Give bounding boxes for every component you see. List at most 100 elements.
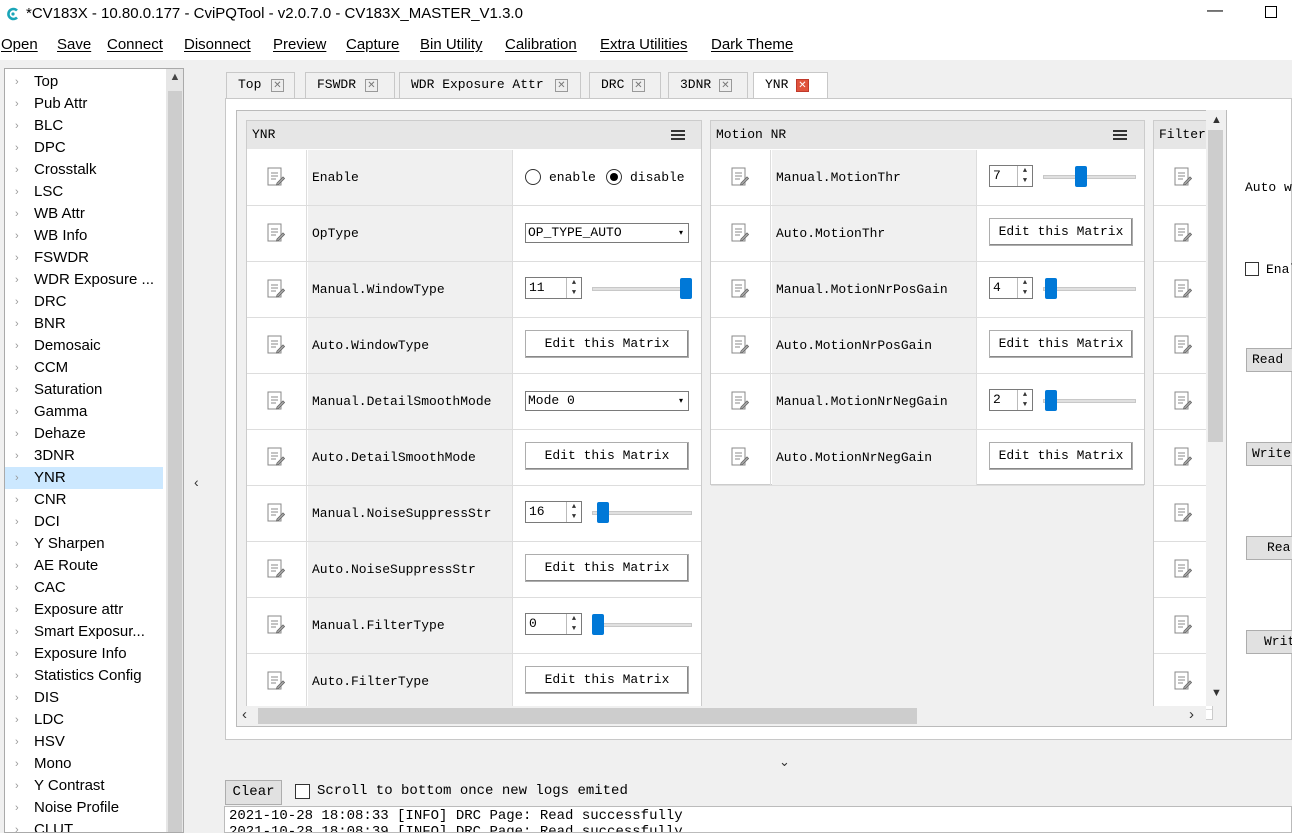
edit-param-icon[interactable] — [267, 223, 286, 243]
scroll-up-icon[interactable]: ▲ — [1211, 114, 1222, 126]
tab-close-icon[interactable]: ✕ — [271, 79, 284, 92]
slider-handle[interactable] — [1075, 166, 1087, 187]
sidebar-item-y-sharpen[interactable]: › Y Sharpen — [5, 533, 163, 555]
chevron-right-icon[interactable]: › — [15, 753, 19, 775]
chevron-right-icon[interactable]: › — [15, 313, 19, 335]
edit-matrix-button[interactable]: Edit this Matrix — [989, 218, 1133, 246]
spinbox-buttons[interactable]: ▲ ▼ — [1017, 166, 1032, 186]
sidebar-item-drc[interactable]: › DRC — [5, 291, 163, 313]
value-combobox[interactable]: Mode 0 ▾ — [525, 391, 689, 411]
value-slider[interactable] — [1043, 175, 1136, 179]
value-spinbox[interactable]: 11 ▲ ▼ — [525, 277, 582, 299]
sidebar-item-y-contrast[interactable]: › Y Contrast — [5, 775, 163, 797]
spin-up-icon[interactable]: ▲ — [1018, 278, 1032, 288]
chevron-right-icon[interactable]: › — [15, 577, 19, 599]
chevron-right-icon[interactable]: › — [15, 137, 19, 159]
menu-disconnect[interactable]: Disonnect — [184, 36, 251, 53]
scroll-left-icon[interactable]: ‹ — [242, 706, 247, 723]
sidebar-item-cnr[interactable]: › CNR — [5, 489, 163, 511]
menu-bin-utility[interactable]: Bin Utility — [420, 36, 483, 53]
sidebar-item-noise-profile[interactable]: › Noise Profile — [5, 797, 163, 819]
sidebar-scroll-thumb[interactable] — [168, 91, 182, 832]
tab-ynr[interactable]: YNR ✕ — [753, 72, 828, 99]
edit-param-icon[interactable] — [267, 279, 286, 299]
scroll-right-icon[interactable]: › — [1189, 706, 1194, 723]
chevron-right-icon[interactable]: › — [15, 665, 19, 687]
value-slider[interactable] — [592, 287, 692, 291]
write-button-2[interactable]: Writ — [1246, 630, 1292, 654]
edit-param-icon[interactable] — [731, 335, 750, 355]
value-spinbox[interactable]: 0 ▲ ▼ — [525, 613, 582, 635]
sidebar-item-lsc[interactable]: › LSC — [5, 181, 163, 203]
tab-wdr-exposure-attr[interactable]: WDR Exposure Attr ✕ — [399, 72, 581, 98]
scroll-down-icon[interactable]: ▼ — [1211, 687, 1222, 699]
sidebar-item-saturation[interactable]: › Saturation — [5, 379, 163, 401]
edit-param-icon[interactable] — [1174, 447, 1193, 467]
sidebar-item-crosstalk[interactable]: › Crosstalk — [5, 159, 163, 181]
edit-param-icon[interactable] — [1174, 391, 1193, 411]
spin-up-icon[interactable]: ▲ — [1018, 390, 1032, 400]
sidebar-item-ynr[interactable]: › YNR — [5, 467, 163, 489]
horizontal-scroll-thumb[interactable] — [258, 708, 917, 724]
chevron-right-icon[interactable]: › — [15, 709, 19, 731]
sidebar-item-cac[interactable]: › CAC — [5, 577, 163, 599]
tab-close-icon[interactable]: ✕ — [719, 79, 732, 92]
sidebar-item-gamma[interactable]: › Gamma — [5, 401, 163, 423]
chevron-right-icon[interactable]: › — [15, 291, 19, 313]
read-button[interactable]: Read — [1246, 348, 1292, 372]
spin-up-icon[interactable]: ▲ — [1018, 166, 1032, 176]
chevron-right-icon[interactable]: › — [15, 93, 19, 115]
vertical-scroll-thumb[interactable] — [1208, 130, 1223, 442]
dropdown-arrow-icon[interactable]: ▾ — [679, 225, 683, 243]
edit-param-icon[interactable] — [267, 335, 286, 355]
spinbox-value[interactable]: 4 — [993, 280, 1001, 295]
chevron-right-icon[interactable]: › — [15, 467, 19, 489]
chevron-right-icon[interactable]: › — [15, 115, 19, 137]
sidebar-item-smart-exposur[interactable]: › Smart Exposur... — [5, 621, 163, 643]
spin-down-icon[interactable]: ▼ — [567, 512, 581, 522]
sidebar-item-demosaic[interactable]: › Demosaic — [5, 335, 163, 357]
chevron-right-icon[interactable]: › — [15, 159, 19, 181]
read-button-2[interactable]: Rea — [1246, 536, 1292, 560]
spin-down-icon[interactable]: ▼ — [567, 288, 581, 298]
menu-capture[interactable]: Capture — [346, 36, 399, 53]
edit-matrix-button[interactable]: Edit this Matrix — [525, 554, 689, 582]
tab-top[interactable]: Top ✕ — [226, 72, 295, 98]
menu-open[interactable]: Open — [1, 36, 38, 53]
sidebar-item-ccm[interactable]: › CCM — [5, 357, 163, 379]
slider-handle[interactable] — [1045, 278, 1057, 299]
sidebar-item-top[interactable]: › Top — [5, 71, 163, 93]
sidebar-item-dehaze[interactable]: › Dehaze — [5, 423, 163, 445]
slider-handle[interactable] — [1045, 390, 1057, 411]
menu-extra-utilities[interactable]: Extra Utilities — [600, 36, 688, 53]
write-button[interactable]: Write — [1246, 442, 1292, 466]
chevron-right-icon[interactable]: › — [15, 511, 19, 533]
chevron-right-icon[interactable]: › — [15, 489, 19, 511]
sidebar-item-ldc[interactable]: › LDC — [5, 709, 163, 731]
spinbox-value[interactable]: 16 — [529, 504, 545, 519]
sidebar-item-wb-info[interactable]: › WB Info — [5, 225, 163, 247]
sidebar-item-ae-route[interactable]: › AE Route — [5, 555, 163, 577]
chevron-right-icon[interactable]: › — [15, 621, 19, 643]
spinbox-buttons[interactable]: ▲ ▼ — [566, 502, 581, 522]
tab-close-icon[interactable]: ✕ — [555, 79, 568, 92]
chevron-right-icon[interactable]: › — [15, 401, 19, 423]
slider-handle[interactable] — [592, 614, 604, 635]
edit-param-icon[interactable] — [267, 559, 286, 579]
chevron-right-icon[interactable]: › — [15, 687, 19, 709]
edit-param-icon[interactable] — [1174, 279, 1193, 299]
sidebar-item-exposure-attr[interactable]: › Exposure attr — [5, 599, 163, 621]
chevron-right-icon[interactable]: › — [15, 71, 19, 93]
panel-menu-icon[interactable] — [1113, 130, 1127, 140]
edit-param-icon[interactable] — [267, 671, 286, 691]
chevron-right-icon[interactable]: › — [15, 269, 19, 291]
chevron-right-icon[interactable]: › — [15, 247, 19, 269]
sidebar-item-pub-attr[interactable]: › Pub Attr — [5, 93, 163, 115]
spinbox-buttons[interactable]: ▲ ▼ — [1017, 390, 1032, 410]
chevron-right-icon[interactable]: › — [15, 599, 19, 621]
spin-down-icon[interactable]: ▼ — [1018, 400, 1032, 410]
spinbox-buttons[interactable]: ▲ ▼ — [566, 614, 581, 634]
spin-up-icon[interactable]: ▲ — [567, 614, 581, 624]
edit-param-icon[interactable] — [731, 279, 750, 299]
sidebar-item-dis[interactable]: › DIS — [5, 687, 163, 709]
